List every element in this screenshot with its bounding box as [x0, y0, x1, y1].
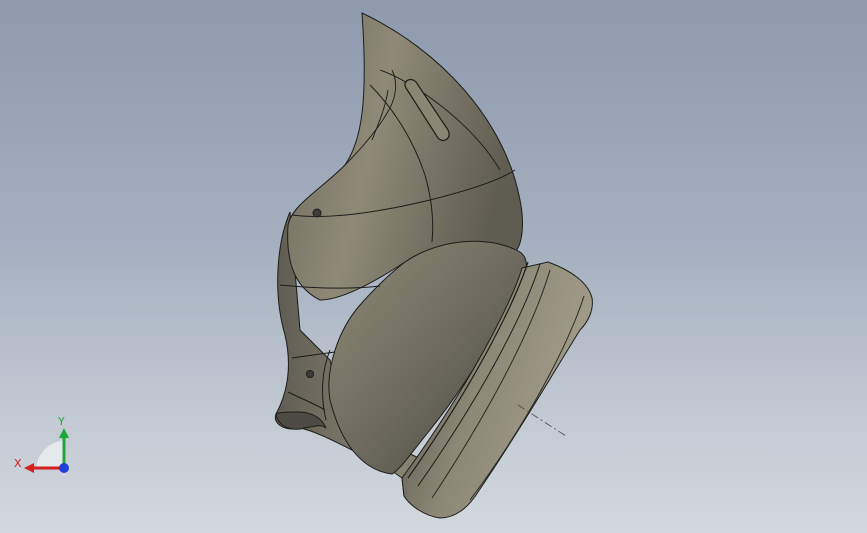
- mounting-hole: [306, 370, 314, 378]
- orientation-triad[interactable]: Y X: [10, 410, 80, 480]
- triad-x-label: X: [14, 457, 22, 470]
- mounting-hole: [312, 208, 322, 218]
- triad-x-arrow-icon: [24, 463, 34, 473]
- triad-z-axis-icon: [59, 463, 69, 473]
- graphics-viewport[interactable]: Y X: [0, 0, 867, 533]
- 3d-model-view[interactable]: [0, 0, 867, 533]
- triad-y-label: Y: [57, 415, 65, 428]
- triad-plane-icon: [36, 440, 64, 468]
- triad-y-arrow-icon: [59, 428, 69, 438]
